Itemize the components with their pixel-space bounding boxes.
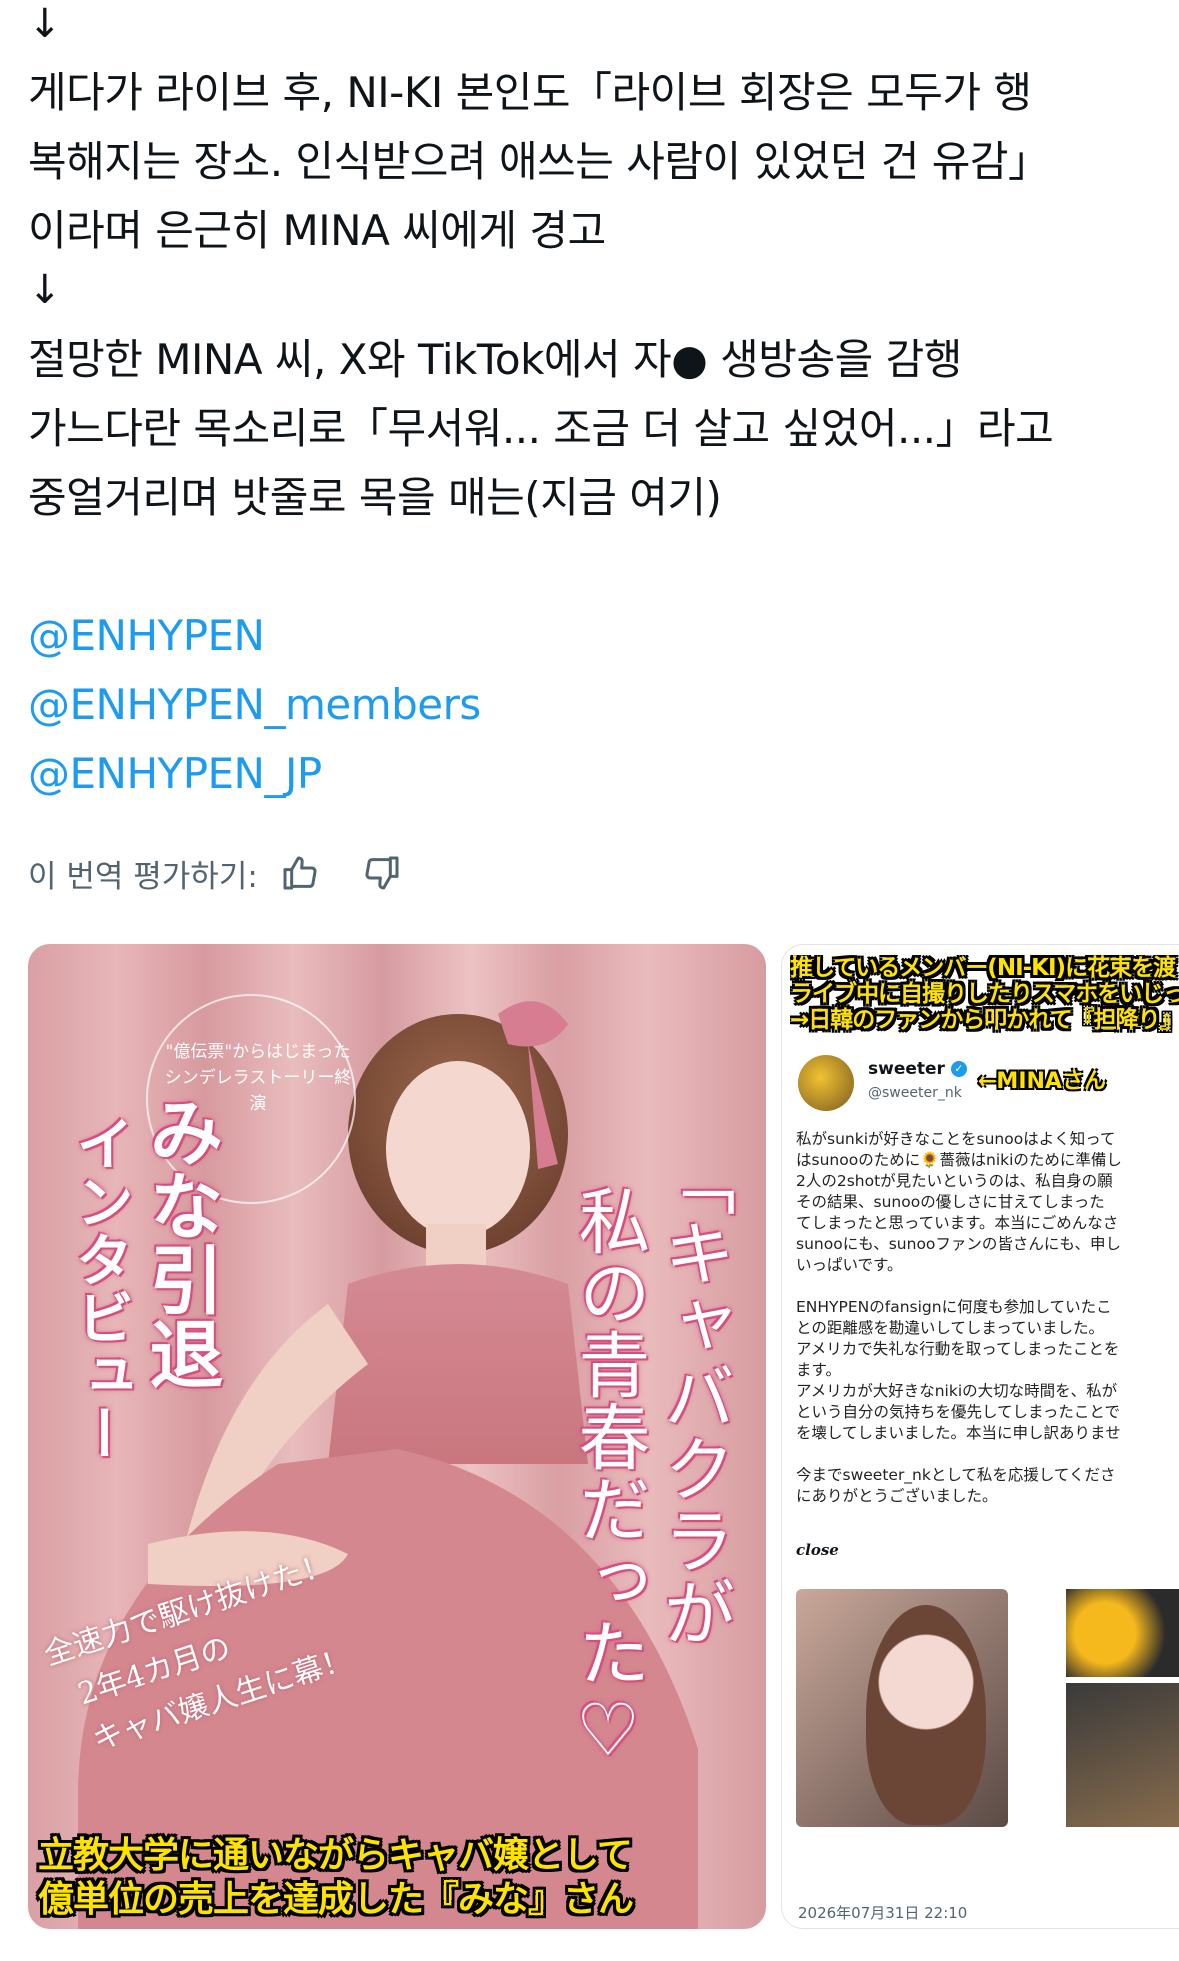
post-body-line: てしまったと思っています。本当にごめんなさ — [796, 1214, 1119, 1232]
media-image-screenshot[interactable]: 推しているメンバー(NI-KI)に花束を渡 ライブ中に自撮りしたりスマホをいじっ… — [781, 944, 1179, 1929]
caption-line: 立教大学に通いながらキャバ嬢として — [38, 1835, 633, 1876]
arrow-down: ↓ — [28, 267, 62, 313]
media-image-magazine[interactable]: "億伝票"からはじまった シンデレラストーリー終演 みな引退 インタビュー 「キ… — [28, 944, 766, 1929]
account-name: sweeter ✓ — [868, 1059, 967, 1079]
post-body-line: 2人の2shotが見たいというのは、私自身の願 — [796, 1172, 1113, 1190]
post-body-line: ます。 — [796, 1361, 841, 1379]
header-line: ライブ中に自撮りしたりスマホをいじっ — [790, 981, 1179, 1007]
post-body-line: という自分の気持ちを優先してしまったことで — [796, 1403, 1120, 1421]
annotation-label: ←MINAさん — [978, 1069, 1106, 1094]
account-name-text: sweeter — [868, 1059, 945, 1079]
avatar — [798, 1055, 854, 1111]
tweet-text: ↓ 게다가 라이브 후, NI-KI 본인도「라이브 회장은 모두가 행 복해지… — [28, 0, 1158, 808]
post-body-line: との距離感を勘違いしてしまっていました。 — [796, 1319, 1104, 1337]
title-vertical: みな引退 — [137, 1094, 223, 1390]
header-line: →日韓のファンから叩かれて『担降り』 — [790, 1007, 1179, 1033]
thumbs-down-icon[interactable] — [358, 849, 406, 897]
quote-vertical: 「キャバクラが — [651, 1144, 735, 1648]
photo-face — [866, 1605, 986, 1825]
title-vertical: インタビュー — [66, 1114, 134, 1462]
tweet-line: 절망한 MINA 씨, X와 TikTok에서 자● 생방송을 감행 — [28, 335, 962, 384]
verified-icon: ✓ — [950, 1061, 967, 1077]
post-body: 私がsunkiが好きなことをsunooはよく知って はsunooのために🌻薔薇はn… — [796, 1129, 1179, 1507]
screenshot-header: 推しているメンバー(NI-KI)に花束を渡 ライブ中に自撮りしたりスマホをいじっ… — [790, 955, 1179, 1033]
post-body-line: sunooにも、sunooファンの皆さんにも、申し — [796, 1235, 1121, 1253]
account-handle: @sweeter_nk — [868, 1085, 962, 1101]
close-label: close — [796, 1541, 839, 1559]
tweet-line: 복해지는 장소. 인식받으려 애쓰는 사람이 있었던 건 유감」 — [28, 137, 1050, 186]
post-body-line — [796, 1276, 1179, 1297]
post-body-line: その結果、sunooの優しさに甘えてしまった — [796, 1193, 1105, 1211]
timestamp: 2026年07月31日 22:10 — [798, 1904, 968, 1922]
caption-line: 億単位の売上を達成した『みな』さん — [38, 1879, 634, 1920]
quote-vertical: 私の青春だった♡ — [566, 1184, 650, 1772]
caption-text: 立教大学に通いながらキャバ嬢として 億単位の売上を達成した『みな』さん — [38, 1834, 758, 1922]
tweet-line: 가느다란 목소리로「무서워... 조금 더 살고 싶었어...」라고 — [28, 404, 1054, 453]
post-body-line: を壊してしまいました。本当に申し訳ありませ — [796, 1424, 1121, 1442]
mention-link[interactable]: @ENHYPEN — [28, 601, 1158, 670]
arrow-down: ↓ — [28, 1, 62, 47]
header-line: 推しているメンバー(NI-KI)に花束を渡 — [790, 955, 1176, 981]
tweet-line: 게다가 라이브 후, NI-KI 본인도「라이브 회장은 모두가 행 — [28, 68, 1032, 117]
photo-thumbnail — [1066, 1683, 1179, 1827]
post-body-line: 私がsunkiが好きなことをsunooはよく知って — [796, 1130, 1116, 1148]
post-body-line: アメリカが大好きなnikiの大切な時間を、私が — [796, 1382, 1118, 1400]
translation-rating-label: 이 번역 평가하기: — [28, 858, 258, 895]
tweet-line: 이라며 은근히 MINA 씨에게 경고 — [28, 206, 606, 255]
post-body-line: 今までsweeter_nkとして私を応援してくださ — [796, 1466, 1116, 1484]
thumbs-up-icon[interactable] — [276, 849, 324, 897]
mention-link[interactable]: @ENHYPEN_JP — [28, 739, 1158, 808]
post-body-line: にありがとうございました。 — [796, 1487, 998, 1505]
badge-line: "億伝票"からはじまった — [165, 1042, 351, 1062]
post-body-line: ENHYPENのfansignに何度も参加していたこ — [796, 1298, 1112, 1316]
post-body-line: アメリカで失礼な行動を取ってしまったことを — [796, 1340, 1120, 1358]
mention-link[interactable]: @ENHYPEN_members — [28, 670, 1158, 739]
post-body-line: いっぱいです。 — [796, 1256, 903, 1274]
photo-thumbnail — [1066, 1589, 1179, 1677]
post-body-line — [796, 1444, 1179, 1465]
post-body-line: はsunooのために🌻薔薇はnikiのために準備し — [796, 1151, 1122, 1169]
tweet-line: 중얼거리며 밧줄로 목을 매는(지금 여기) — [28, 473, 722, 522]
translation-rating: 이 번역 평가하기: — [28, 848, 406, 898]
